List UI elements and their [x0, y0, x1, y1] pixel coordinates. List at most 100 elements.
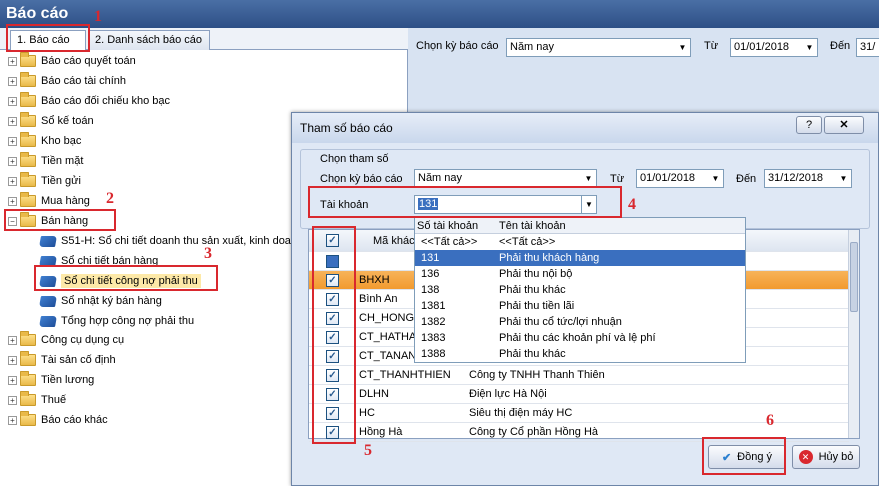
dropdown-item-code: 138: [421, 284, 440, 296]
table-row[interactable]: ✓ CT_THANHTHIEN Công ty TNHH Thanh Thiên: [309, 366, 849, 385]
from-date-field[interactable]: 01/01/2018 ▼: [730, 38, 818, 57]
annotation-box-4: [308, 186, 622, 218]
expand-icon[interactable]: +: [8, 176, 17, 186]
tree-item-label: Mua hàng: [41, 195, 90, 207]
tab-label: 2. Danh sách báo cáo: [95, 34, 203, 46]
tab-danh-sach-bao-cao[interactable]: 2. Danh sách báo cáo: [88, 30, 210, 50]
annotation-number-2: 2: [106, 190, 114, 207]
folder-icon: [20, 391, 36, 406]
dropdown-item[interactable]: 131 Phải thu khách hàng: [415, 250, 745, 266]
to-date-value: 31/: [860, 41, 876, 53]
expand-icon[interactable]: +: [8, 375, 17, 385]
tree-folder[interactable]: + Tiền mặt: [8, 152, 83, 170]
tree-report[interactable]: Sổ nhật ký bán hàng: [39, 292, 162, 310]
folder-icon: [20, 172, 36, 187]
dropdown-item-code: 1381: [421, 300, 446, 312]
tree-folder[interactable]: + Báo cáo đối chiếu kho bạc: [8, 92, 170, 110]
expand-icon[interactable]: +: [8, 415, 17, 425]
tree-item-label: Báo cáo khác: [41, 414, 108, 426]
dlg-to-date-field[interactable]: 31/12/2018 ▼: [764, 169, 852, 188]
dlg-from-label: Từ: [610, 173, 625, 185]
folder-icon: [20, 411, 36, 426]
expand-icon[interactable]: +: [8, 116, 17, 126]
tree-report[interactable]: Tổng hợp công nợ phải thu: [39, 312, 194, 330]
expand-icon[interactable]: +: [8, 136, 17, 146]
tree-folder[interactable]: + Tiền gửi: [8, 172, 81, 190]
expand-icon[interactable]: +: [8, 196, 17, 206]
tree-folder[interactable]: + Thuế: [8, 391, 66, 409]
dropdown-item[interactable]: 1388 Phải thu khác: [415, 346, 745, 362]
tree-item-label: Tiền lương: [41, 374, 95, 386]
dropdown-item-code: 131: [421, 252, 440, 264]
cell-name: Công ty TNHH Thanh Thiên: [469, 369, 605, 381]
dropdown-item[interactable]: 1383 Phải thu các khoản phí và lệ phí: [415, 330, 745, 346]
tree-item-label: Kho bạc: [41, 135, 82, 147]
annotation-number-5: 5: [364, 442, 372, 459]
to-date-field[interactable]: 31/: [856, 38, 879, 57]
annotation-box-5: [312, 226, 356, 444]
dropdown-col-name: Tên tài khoản: [499, 220, 566, 232]
dropdown-item[interactable]: 138 Phải thu khác: [415, 282, 745, 298]
expand-icon[interactable]: +: [8, 156, 17, 166]
annotation-number-4: 4: [628, 196, 636, 213]
close-button[interactable]: ✕: [824, 116, 864, 134]
expand-icon[interactable]: +: [8, 335, 17, 345]
expand-icon[interactable]: +: [8, 395, 17, 405]
cell-code: HC: [359, 407, 375, 419]
tree-folder[interactable]: + Báo cáo quyết toán: [8, 52, 136, 70]
chevron-down-icon: ▼: [678, 43, 687, 52]
dropdown-item[interactable]: 136 Phải thu nội bộ: [415, 266, 745, 282]
scroll-thumb[interactable]: [850, 242, 858, 312]
dropdown-item-name: Phải thu khác: [499, 348, 566, 360]
annotation-number-6: 6: [766, 412, 774, 429]
expand-icon[interactable]: +: [8, 355, 17, 365]
tree-folder[interactable]: + Kho bạc: [8, 132, 81, 150]
cell-code: CT_HATHA: [359, 331, 417, 343]
tree-item-label: Công cụ dụng cụ: [41, 334, 125, 346]
tree-folder[interactable]: + Tài sản cố định: [8, 351, 116, 369]
period-select[interactable]: Năm nay ▼: [506, 38, 691, 57]
tree-item-label: Sổ kế toán: [41, 115, 94, 127]
group-label: Chọn tham số: [318, 153, 391, 165]
period-label: Chọn kỳ báo cáo: [416, 40, 499, 52]
tree-folder[interactable]: + Công cụ dụng cụ: [8, 331, 124, 349]
dialog-title-bar: Tham số báo cáo ? ✕: [292, 113, 878, 143]
from-label: Từ: [704, 40, 719, 52]
folder-icon: [20, 351, 36, 366]
dlg-from-date-field[interactable]: 01/01/2018 ▼: [636, 169, 724, 188]
tree-item-label: S51-H: Sổ chi tiết doanh thu sản xuất, k…: [61, 235, 291, 247]
dropdown-item[interactable]: 1381 Phải thu tiền lãi: [415, 298, 745, 314]
dropdown-item[interactable]: <<Tất cả>> <<Tất cả>>: [415, 234, 745, 250]
dropdown-item-name: Phải thu các khoản phí và lệ phí: [499, 332, 656, 344]
cell-code: CT_TANAN: [359, 350, 417, 362]
table-row[interactable]: ✓ DLHN Điện lực Hà Nội: [309, 385, 849, 404]
tree-folder[interactable]: + Mua hàng: [8, 192, 90, 210]
expand-icon[interactable]: +: [8, 56, 17, 66]
tree-folder[interactable]: + Báo cáo khác: [8, 411, 108, 429]
dropdown-item-code: <<Tất cả>>: [421, 236, 478, 248]
dropdown-item[interactable]: 1382 Phải thu cổ tức/lợi nhuận: [415, 314, 745, 330]
help-icon: ?: [805, 119, 813, 131]
tree-item-label: Tiền gửi: [41, 175, 81, 187]
cancel-icon: ✕: [798, 450, 813, 464]
col-code-header: Mã khác: [373, 235, 415, 247]
expand-icon[interactable]: +: [8, 76, 17, 86]
help-button[interactable]: ?: [796, 116, 822, 134]
chevron-down-icon: ▼: [711, 174, 720, 183]
dropdown-item-name: Phải thu cổ tức/lợi nhuận: [499, 316, 622, 328]
tree-report[interactable]: S51-H: Sổ chi tiết doanh thu sản xuất, k…: [39, 232, 291, 250]
annotation-box-2: [4, 209, 116, 231]
dropdown-item-name: Phải thu khách hàng: [499, 252, 600, 264]
account-dropdown: Số tài khoản Tên tài khoản <<Tất cả>> <<T…: [414, 217, 746, 363]
cancel-button[interactable]: ✕ Hủy bỏ: [792, 445, 860, 469]
window-title: Báo cáo: [6, 5, 69, 22]
expand-icon[interactable]: +: [8, 96, 17, 106]
dropdown-item-name: Phải thu tiền lãi: [499, 300, 575, 312]
tree-folder[interactable]: + Tiền lương: [8, 371, 94, 389]
tree-item-label: Sổ nhật ký bán hàng: [61, 295, 162, 307]
annotation-number-3: 3: [204, 245, 212, 262]
grid-scrollbar[interactable]: [848, 230, 859, 438]
tree-folder[interactable]: + Sổ kế toán: [8, 112, 94, 130]
chevron-down-icon: ▼: [805, 43, 814, 52]
tree-folder[interactable]: + Báo cáo tài chính: [8, 72, 126, 90]
